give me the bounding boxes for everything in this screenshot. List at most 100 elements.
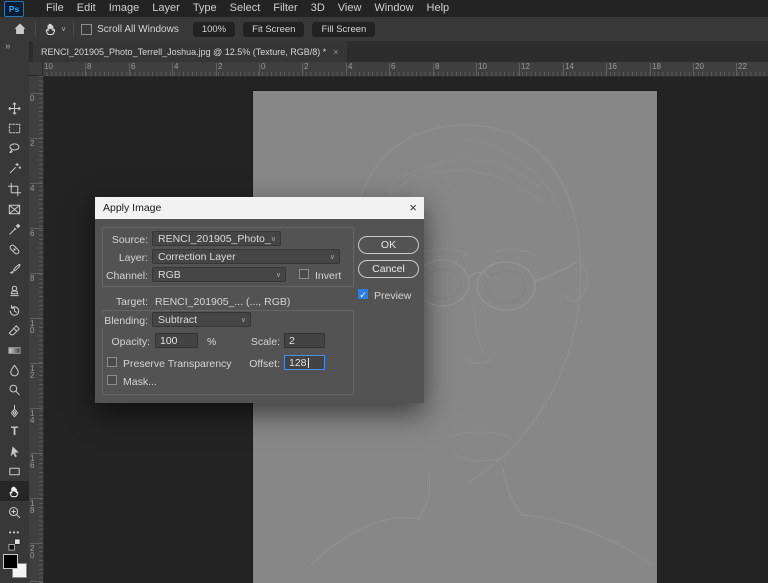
opacity-input[interactable]: 100 (155, 333, 198, 348)
hand-icon (43, 21, 59, 37)
invert-label: Invert (315, 270, 341, 282)
menu-select[interactable]: Select (230, 0, 261, 17)
channel-dropdown[interactable]: RGB ∨ (152, 267, 286, 282)
tool-frame[interactable] (0, 199, 29, 219)
tool-zoom[interactable] (0, 502, 29, 522)
offset-input[interactable]: 128 (284, 355, 325, 370)
dialog-close-icon[interactable]: × (409, 200, 417, 215)
opacity-value: 100 (160, 335, 178, 347)
tool-history-brush[interactable] (0, 300, 29, 320)
menu-file[interactable]: File (46, 0, 64, 17)
ruler-mark: 18 (30, 498, 37, 514)
ruler-mark: 6 (129, 63, 135, 71)
ok-button[interactable]: OK (358, 236, 419, 254)
tool-quick-selection[interactable] (0, 158, 29, 178)
hand-tool-preset[interactable]: ∨ (43, 21, 66, 37)
ruler-mark: 8 (30, 273, 37, 282)
cancel-button[interactable]: Cancel (358, 260, 419, 278)
ruler-corner (29, 62, 43, 76)
document-tab[interactable]: RENCI_201905_Photo_Terrell_Joshua.jpg @ … (33, 41, 347, 62)
menu-type[interactable]: Type (193, 0, 217, 17)
foreground-color-swatch[interactable] (3, 554, 18, 569)
opacity-label: Opacity: (95, 336, 150, 348)
tool-path-selection[interactable] (0, 441, 29, 461)
blending-dropdown[interactable]: Subtract ∨ (152, 312, 251, 327)
scale-value: 2 (289, 335, 295, 347)
menu-filter[interactable]: Filter (273, 0, 297, 17)
menu-layer[interactable]: Layer (152, 0, 180, 17)
tool-crop[interactable] (0, 179, 29, 199)
menu-help[interactable]: Help (427, 0, 450, 17)
ruler-horizontal[interactable]: 10 8 6 4 2 0 2 4 6 8 10 12 14 16 18 20 2… (29, 62, 768, 77)
ruler-mark: 2 (30, 138, 37, 147)
default-colors-icon[interactable] (0, 537, 29, 551)
dialog-title: Apply Image (103, 202, 161, 214)
ruler-mark: 6 (30, 228, 37, 237)
ruler-mark: 0 (30, 93, 37, 102)
tool-spot-healing-brush[interactable] (0, 239, 29, 259)
menu-image[interactable]: Image (109, 0, 140, 17)
invert-checkbox[interactable] (299, 269, 309, 279)
channel-label: Channel: (95, 270, 148, 282)
tool-rectangular-marquee[interactable] (0, 118, 29, 138)
layer-dropdown[interactable]: Correction Layer ∨ (152, 249, 340, 264)
separator (35, 21, 36, 37)
dialog-title-bar[interactable]: Apply Image × (95, 197, 424, 219)
tool-pen[interactable] (0, 401, 29, 421)
ruler-mark: 6 (389, 63, 395, 71)
ruler-mark: 4 (172, 63, 178, 71)
tool-rectangle[interactable] (0, 461, 29, 481)
mask-checkbox[interactable] (107, 375, 117, 385)
tool-blur[interactable] (0, 360, 29, 380)
menu-edit[interactable]: Edit (77, 0, 96, 17)
ruler-mark: 10 (42, 63, 53, 71)
menu-3d[interactable]: 3D (311, 0, 325, 17)
color-swatches[interactable] (2, 553, 27, 579)
ruler-vertical[interactable]: 0 2 4 6 8 10 12 14 16 18 20 22 (29, 76, 44, 583)
ruler-mark: 14 (563, 63, 574, 71)
ruler-mark: 4 (30, 183, 37, 192)
blending-value: Subtract (158, 314, 241, 326)
fill-screen-button[interactable]: Fill Screen (312, 22, 375, 37)
preview-checkbox[interactable]: ✓ (358, 289, 368, 299)
tool-brush[interactable] (0, 259, 29, 279)
preserve-transparency-checkbox[interactable] (107, 357, 117, 367)
tool-hand[interactable] (0, 481, 29, 501)
source-label: Source: (95, 234, 148, 246)
ruler-mark: 12 (519, 63, 530, 71)
ruler-mark: 8 (85, 63, 91, 71)
scale-label: Scale: (225, 336, 280, 348)
fit-screen-button[interactable]: Fit Screen (243, 22, 304, 37)
tool-lasso[interactable] (0, 138, 29, 158)
ruler-mark: 2 (216, 63, 222, 71)
chevron-down-icon: ∨ (241, 316, 246, 324)
scroll-all-windows-checkbox[interactable] (81, 24, 92, 35)
photoshop-window: Ps File Edit Image Layer Type Select Fil… (0, 0, 768, 583)
preserve-transparency-label: Preserve Transparency (123, 358, 232, 370)
source-dropdown[interactable]: RENCI_201905_Photo_Te... ∨ (152, 231, 281, 246)
tool-move[interactable] (0, 98, 29, 118)
ruler-mark: 4 (346, 63, 352, 71)
options-bar: ∨ Scroll All Windows 100% Fit Screen Fil… (0, 17, 768, 42)
blending-label: Blending: (95, 315, 148, 327)
home-icon[interactable] (12, 21, 28, 37)
toolbar-expand-icon[interactable]: » (5, 41, 11, 52)
tab-close-icon[interactable]: × (333, 47, 338, 57)
ruler-mark: 20 (693, 63, 704, 71)
tool-eyedropper[interactable] (0, 219, 29, 239)
ruler-mark: 2 (302, 63, 308, 71)
ruler-mark: 22 (736, 63, 747, 71)
tool-dodge[interactable] (0, 380, 29, 400)
scale-input[interactable]: 2 (284, 333, 325, 348)
ruler-mark: 20 (30, 543, 37, 559)
menu-view[interactable]: View (338, 0, 362, 17)
menu-window[interactable]: Window (374, 0, 413, 17)
apply-image-dialog: Apply Image × Source: RENCI_201905_Photo… (95, 197, 424, 403)
tool-gradient[interactable] (0, 340, 29, 360)
tool-type[interactable]: T (0, 421, 29, 441)
tool-clone-stamp[interactable] (0, 280, 29, 300)
tool-eraser[interactable] (0, 320, 29, 340)
zoom-100-button[interactable]: 100% (193, 22, 235, 37)
ruler-mark: 18 (650, 63, 661, 71)
document-tab-title: RENCI_201905_Photo_Terrell_Joshua.jpg @ … (41, 47, 326, 57)
